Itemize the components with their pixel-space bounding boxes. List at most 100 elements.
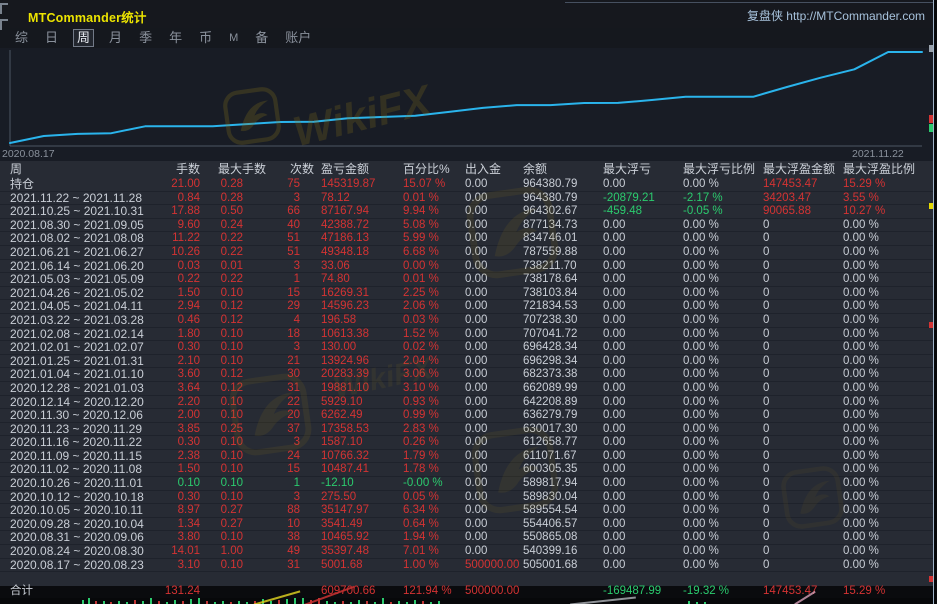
table-row[interactable]: 2020.10.05 ~ 2020.10.118.970.278835147.9…: [0, 504, 937, 518]
table-row[interactable]: 2020.11.23 ~ 2020.11.293.850.253717358.5…: [0, 423, 937, 437]
cell: 2020.08.31 ~ 2020.09.06: [0, 531, 160, 544]
cell: 0.00 %: [680, 477, 760, 490]
cell: 2021.04.05 ~ 2021.04.11: [0, 300, 160, 313]
menu-item-季[interactable]: 季: [137, 30, 154, 46]
menu-item-币[interactable]: 币: [197, 30, 214, 46]
table-row[interactable]: 2020.10.12 ~ 2020.10.180.300.103275.500.…: [0, 491, 937, 505]
menu-item-备[interactable]: 备: [253, 30, 270, 46]
cell: 2021.06.21 ~ 2021.06.27: [0, 246, 160, 259]
table-row[interactable]: 2021.01.04 ~ 2021.01.103.600.123020283.3…: [0, 368, 937, 382]
mini-bar: [150, 598, 152, 604]
cell: 3: [243, 341, 300, 354]
cell: 0.00 %: [840, 396, 937, 409]
table-row[interactable]: 2021.05.03 ~ 2021.05.090.220.22174.800.0…: [0, 273, 937, 287]
cell: 1.50: [160, 287, 200, 300]
cell: 0.01: [200, 260, 243, 273]
cell: 3: [243, 192, 300, 205]
cell: 145319.87: [300, 178, 400, 191]
table-row[interactable]: 2021.06.14 ~ 2021.06.200.030.01333.060.0…: [0, 260, 937, 274]
table-row[interactable]: 2020.08.24 ~ 2020.08.3014.011.004935397.…: [0, 545, 937, 559]
table-row[interactable]: 2020.11.16 ~ 2020.11.220.300.1031587.100…: [0, 436, 937, 450]
menu-item-日[interactable]: 日: [43, 30, 60, 46]
table-row[interactable]: 2021.04.05 ~ 2021.04.112.940.122914596.2…: [0, 300, 937, 314]
mini-bar: [358, 600, 360, 604]
cell: 275.50: [300, 491, 400, 504]
total-cell: [243, 586, 300, 598]
cell: 0.00: [600, 396, 680, 409]
cell: 0.00: [600, 409, 680, 422]
menu-item-月[interactable]: 月: [107, 30, 124, 46]
table-row[interactable]: 2020.12.14 ~ 2020.12.202.200.10225929.10…: [0, 396, 937, 410]
cell: 2.06 %: [400, 300, 461, 313]
cell: 10465.92: [300, 531, 400, 544]
cell: 2021.08.30 ~ 2021.09.05: [0, 219, 160, 232]
table-row[interactable]: 2021.02.01 ~ 2021.02.070.300.103130.000.…: [0, 341, 937, 355]
cell: 0: [760, 477, 840, 490]
cell: 0.00: [600, 178, 680, 191]
cell: 10.26: [160, 246, 200, 259]
mini-bar-strip: [0, 598, 937, 604]
table-row[interactable]: 2020.08.31 ~ 2020.09.063.800.103810465.9…: [0, 531, 937, 545]
menu-item-年[interactable]: 年: [167, 30, 184, 46]
cell: 0.12: [200, 314, 243, 327]
table-row[interactable]: 2021.08.02 ~ 2021.08.0811.220.225147186.…: [0, 232, 937, 246]
table-row[interactable]: 2021.01.25 ~ 2021.01.312.100.102113924.9…: [0, 355, 937, 369]
cell: 35397.48: [300, 545, 400, 558]
cell: 33.06: [300, 260, 400, 273]
edge-mark: [929, 115, 933, 123]
cell: -12.10: [300, 477, 400, 490]
menu-item-账户[interactable]: 账户: [283, 30, 313, 46]
cell: 14.01: [160, 545, 200, 558]
cell: 0.12: [200, 368, 243, 381]
cell: 0.00 %: [840, 436, 937, 449]
edge-mark: [929, 124, 933, 132]
total-cell: 500000.00: [461, 586, 521, 598]
cell: 738178.64: [521, 273, 600, 286]
cell: 0.93 %: [400, 396, 461, 409]
table-row[interactable]: 2021.04.26 ~ 2021.05.021.500.101516269.3…: [0, 287, 937, 301]
vendor-link[interactable]: 复盘侠 http://MTCommander.com: [747, 7, 925, 24]
cell: 0.00 %: [680, 396, 760, 409]
table-row[interactable]: 持仓21.000.2875145319.8715.07 %0.00964380.…: [0, 178, 937, 192]
cell: 1.80: [160, 328, 200, 341]
table-row[interactable]: 2021.06.21 ~ 2021.06.2710.260.225149348.…: [0, 246, 937, 260]
total-cell: [521, 586, 600, 598]
table-row[interactable]: 2020.11.30 ~ 2020.12.062.000.10206262.49…: [0, 409, 937, 423]
cell: 90065.88: [760, 205, 840, 218]
table-row[interactable]: 2021.03.22 ~ 2021.03.280.460.124196.580.…: [0, 314, 937, 328]
cell: 0.22: [160, 273, 200, 286]
cell: 0.64 %: [400, 518, 461, 531]
table-row[interactable]: 2020.10.26 ~ 2020.11.010.100.101-12.10-0…: [0, 477, 937, 491]
edge-mark: [929, 203, 933, 209]
table-row[interactable]: 2020.11.09 ~ 2020.11.152.380.102410766.3…: [0, 450, 937, 464]
table-row[interactable]: 2020.08.17 ~ 2020.08.233.100.10315001.68…: [0, 559, 937, 573]
cell: 0.00 %: [680, 409, 760, 422]
table-row[interactable]: 2020.12.28 ~ 2021.01.033.640.123119881.1…: [0, 382, 937, 396]
cell: 0.00: [600, 491, 680, 504]
cell: 37: [243, 423, 300, 436]
cell: 2.25 %: [400, 287, 461, 300]
cell: 0.00: [461, 382, 521, 395]
menu-item-综[interactable]: 综: [13, 30, 30, 46]
cell: 2021.03.22 ~ 2021.03.28: [0, 314, 160, 327]
cell: 21.00: [160, 178, 200, 191]
cell: 0.00: [461, 273, 521, 286]
table-row[interactable]: 2021.10.25 ~ 2021.10.3117.880.506687167.…: [0, 205, 937, 219]
cell: 0.00 %: [680, 300, 760, 313]
table-row[interactable]: 2020.09.28 ~ 2020.10.041.340.27103541.49…: [0, 518, 937, 532]
menu-item-周[interactable]: 周: [73, 29, 94, 47]
cell: 0.00 %: [840, 287, 937, 300]
total-cell: 147453.47: [760, 586, 840, 598]
table-row[interactable]: 2021.02.08 ~ 2021.02.141.800.101810613.3…: [0, 328, 937, 342]
table-row[interactable]: 2021.11.22 ~ 2021.11.280.840.28378.120.0…: [0, 192, 937, 206]
cell: 0.00 %: [680, 423, 760, 436]
table-row[interactable]: 2021.08.30 ~ 2021.09.059.600.244042388.7…: [0, 219, 937, 233]
menu-item-M[interactable]: M: [227, 30, 240, 46]
table-header-row: 周手数最大手数次数盈亏金额百分比%出入金余额最大浮亏最大浮亏比例最大浮盈金额最大…: [0, 161, 937, 178]
cell: 707238.30: [521, 314, 600, 327]
cell: 9.94 %: [400, 205, 461, 218]
cell: 0.00 %: [680, 463, 760, 476]
title-bar: MTCommander统计 复盘侠 http://MTCommander.com: [0, 0, 937, 28]
table-row[interactable]: 2020.11.02 ~ 2020.11.081.500.101510487.4…: [0, 463, 937, 477]
cell: 0.00: [461, 396, 521, 409]
